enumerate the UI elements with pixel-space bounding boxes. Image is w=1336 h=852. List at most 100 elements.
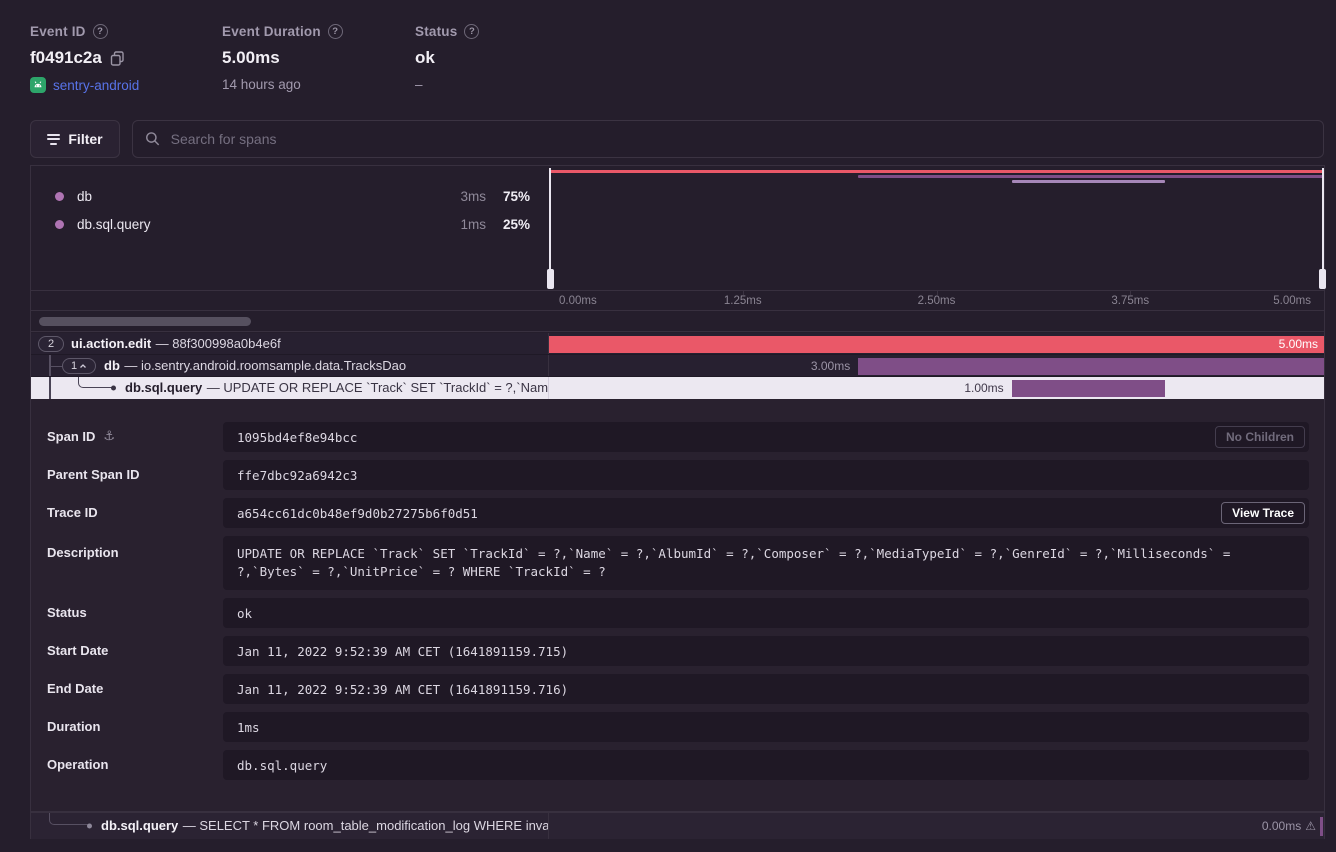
trace-id-value-box: a654cc61dc0b48ef9d0b27275b6f0d51 View Tr… bbox=[223, 498, 1309, 528]
legend-percent: 25% bbox=[486, 217, 530, 232]
minimap-left-drag-handle[interactable] bbox=[547, 269, 554, 289]
minimap-span-line-purple bbox=[858, 175, 1324, 178]
tree-node-dot bbox=[87, 824, 92, 829]
warning-icon: ⚠ bbox=[1305, 819, 1316, 833]
axis-label: 3.75ms bbox=[1111, 295, 1149, 307]
trace-view-container: db 3ms 75% db.sql.query 1ms 25% bbox=[30, 165, 1325, 839]
anchor-icon[interactable]: ⚓ bbox=[103, 429, 115, 444]
tree-connector-elbow bbox=[78, 377, 113, 388]
filter-button-label: Filter bbox=[68, 131, 102, 147]
timeline-minimap[interactable] bbox=[549, 166, 1324, 290]
parent-span-id-label: Parent Span ID bbox=[47, 467, 139, 482]
event-time-ago: 14 hours ago bbox=[222, 77, 301, 92]
description-value-box: UPDATE OR REPLACE `Track` SET `TrackId` … bbox=[223, 536, 1309, 590]
span-duration: 1.00ms bbox=[964, 381, 1003, 395]
span-bar bbox=[549, 336, 1324, 353]
span-row-db[interactable]: 1 db — io.sentry.android.roomsample.data… bbox=[31, 355, 1324, 377]
axis-label: 5.00ms bbox=[1273, 295, 1311, 307]
duration-field-label: Duration bbox=[47, 719, 100, 734]
op-breakdown-legend: db 3ms 75% db.sql.query 1ms 25% bbox=[31, 166, 549, 290]
span-row-db-sql-query-select[interactable]: db.sql.query — SELECT * FROM room_table_… bbox=[31, 812, 1324, 839]
span-bar bbox=[1012, 380, 1165, 397]
end-date-label: End Date bbox=[47, 681, 103, 696]
legend-duration: 1ms bbox=[442, 217, 486, 232]
span-duration: 5.00ms bbox=[1279, 337, 1318, 351]
children-count-pill[interactable]: 2 bbox=[38, 336, 64, 352]
span-id-value-box: 1095bd4ef8e94bcc No Children bbox=[223, 422, 1309, 452]
span-desc: — 88f300998a0b4e6f bbox=[156, 336, 281, 351]
event-duration-value: 5.00ms bbox=[222, 48, 280, 68]
event-id-label-row: Event ID ? bbox=[30, 24, 139, 39]
tree-connector bbox=[49, 366, 62, 368]
no-children-button[interactable]: No Children bbox=[1215, 426, 1305, 448]
view-trace-button[interactable]: View Trace bbox=[1221, 502, 1305, 524]
help-icon[interactable]: ? bbox=[93, 24, 108, 39]
span-search-bar[interactable] bbox=[132, 120, 1324, 158]
event-id-label: Event ID bbox=[30, 24, 86, 39]
minimap-section: db 3ms 75% db.sql.query 1ms 25% bbox=[31, 166, 1324, 290]
legend-label: db bbox=[77, 189, 92, 204]
legend-item-db: db 3ms 75% bbox=[31, 182, 549, 210]
span-op: ui.action.edit bbox=[71, 336, 151, 351]
start-date-label: Start Date bbox=[47, 643, 108, 658]
chevron-up-icon bbox=[79, 362, 87, 370]
span-bar bbox=[858, 358, 1324, 375]
status-block: Status ? ok – bbox=[415, 24, 479, 92]
search-input[interactable] bbox=[171, 131, 1311, 147]
status-field-label: Status bbox=[47, 605, 87, 620]
description-label: Description bbox=[47, 545, 119, 560]
legend-label: db.sql.query bbox=[77, 217, 151, 232]
axis-label: 2.50ms bbox=[918, 295, 956, 307]
span-op: db.sql.query bbox=[101, 818, 178, 833]
copy-icon[interactable] bbox=[110, 51, 125, 66]
trace-id-label: Trace ID bbox=[47, 505, 98, 520]
status-value-box: ok bbox=[223, 598, 1309, 628]
operation-value-box: db.sql.query bbox=[223, 750, 1309, 780]
filter-button[interactable]: Filter bbox=[30, 120, 120, 158]
search-icon bbox=[145, 131, 161, 147]
legend-dot bbox=[55, 192, 64, 201]
span-details-panel: Span ID ⚓ 1095bd4ef8e94bcc No Children P… bbox=[31, 399, 1324, 812]
axis-label: 1.25ms bbox=[724, 295, 762, 307]
minimap-right-handle-line bbox=[1322, 168, 1324, 271]
legend-item-db-sql-query: db.sql.query 1ms 25% bbox=[31, 210, 549, 238]
span-desc: — io.sentry.android.roomsample.data.Trac… bbox=[124, 358, 406, 373]
span-duration: 3.00ms bbox=[811, 359, 850, 373]
tree-scrollbar-thumb[interactable] bbox=[39, 317, 251, 326]
legend-dot bbox=[55, 220, 64, 229]
operation-label: Operation bbox=[47, 757, 108, 772]
tree-connector bbox=[49, 377, 51, 399]
event-duration-block: Event Duration ? 5.00ms 14 hours ago bbox=[222, 24, 343, 92]
legend-duration: 3ms bbox=[442, 189, 486, 204]
help-icon[interactable]: ? bbox=[328, 24, 343, 39]
legend-percent: 75% bbox=[486, 189, 530, 204]
minimap-left-handle-line bbox=[549, 168, 551, 271]
span-id-label: Span ID bbox=[47, 429, 95, 444]
span-bar-zero bbox=[1320, 817, 1323, 836]
span-detail-page: Event ID ? f0491c2a sentry-android bbox=[0, 0, 1336, 852]
event-duration-label: Event Duration bbox=[222, 24, 321, 39]
span-duration: 0.00ms bbox=[1262, 819, 1301, 833]
minimap-span-line-light-purple bbox=[1012, 180, 1165, 183]
duration-value-box: 1ms bbox=[223, 712, 1309, 742]
tree-node-dot bbox=[111, 386, 116, 391]
time-axis: 0.00ms 1.25ms 2.50ms 3.75ms 5.00ms bbox=[31, 290, 1324, 310]
event-id-block: Event ID ? f0491c2a sentry-android bbox=[30, 24, 139, 93]
span-op: db.sql.query bbox=[125, 380, 202, 395]
project-link[interactable]: sentry-android bbox=[53, 78, 139, 93]
status-value: ok bbox=[415, 48, 435, 68]
minimap-right-drag-handle[interactable] bbox=[1319, 269, 1326, 289]
filter-icon bbox=[47, 131, 60, 147]
help-icon[interactable]: ? bbox=[464, 24, 479, 39]
span-desc: — SELECT * FROM room_table_modification_… bbox=[183, 818, 549, 833]
span-row-db-sql-query-selected[interactable]: db.sql.query — UPDATE OR REPLACE `Track`… bbox=[31, 377, 1324, 399]
axis-label: 0.00ms bbox=[559, 295, 597, 307]
android-platform-icon bbox=[30, 77, 46, 93]
end-date-value-box: Jan 11, 2022 9:52:39 AM CET (1641891159.… bbox=[223, 674, 1309, 704]
children-count-pill[interactable]: 1 bbox=[62, 358, 96, 374]
span-row-ui-action-edit[interactable]: 2 ui.action.edit — 88f300998a0b4e6f 5.00… bbox=[31, 333, 1324, 355]
span-desc: — UPDATE OR REPLACE `Track` SET `TrackId… bbox=[207, 380, 549, 395]
event-id-value: f0491c2a bbox=[30, 48, 102, 68]
span-tree: 2 ui.action.edit — 88f300998a0b4e6f 5.00… bbox=[31, 333, 1324, 399]
minimap-span-line-red bbox=[549, 170, 1324, 173]
